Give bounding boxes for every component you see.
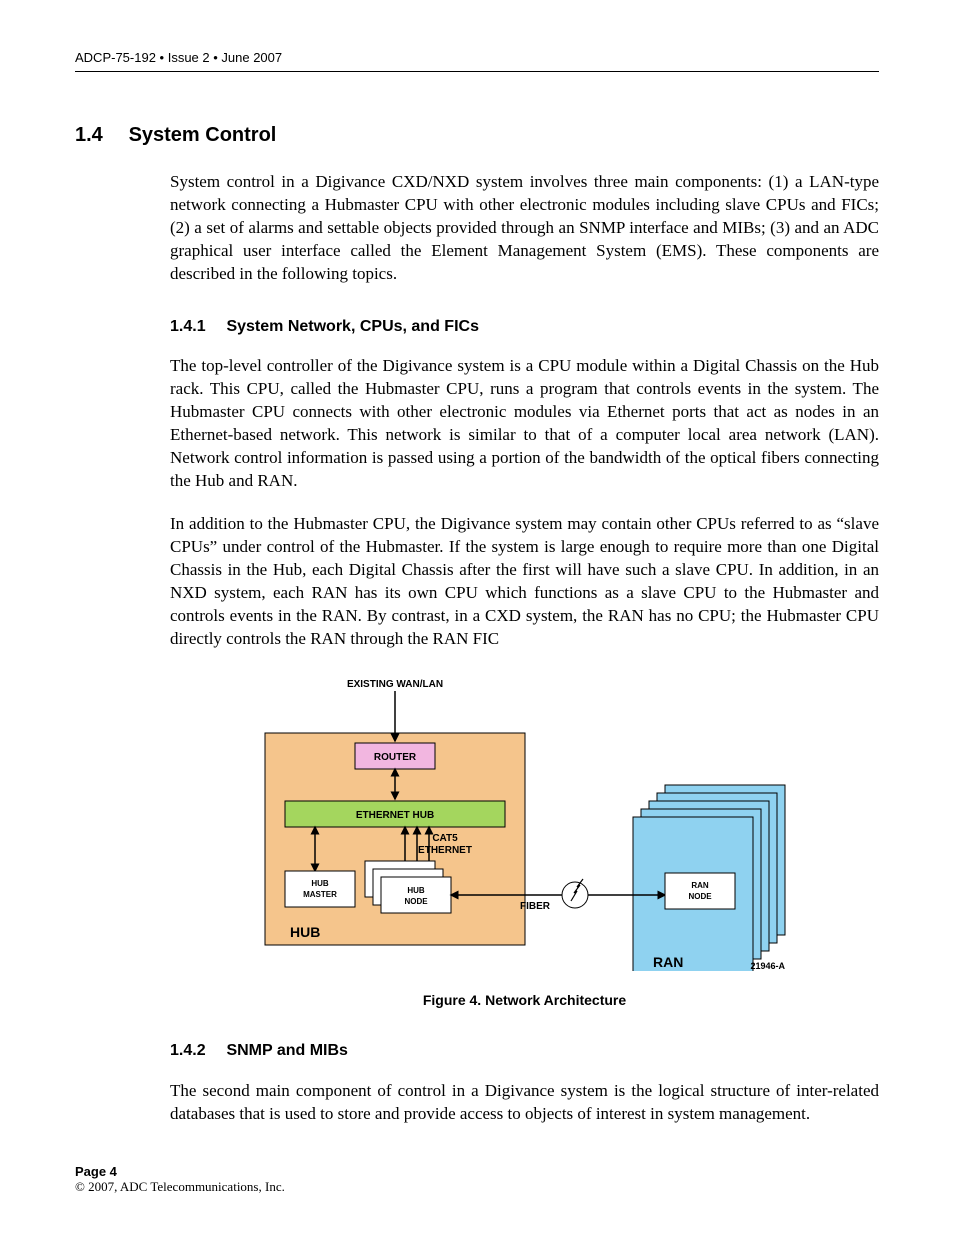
ran-node-label-1: RAN — [691, 881, 709, 890]
running-header: ADCP-75-192 • Issue 2 • June 2007 — [75, 50, 879, 65]
cat5-label-2: ETHERNET — [418, 845, 472, 856]
copyright: © 2007, ADC Telecommunications, Inc. — [75, 1179, 285, 1195]
hub-node-label-2: NODE — [404, 897, 428, 906]
ethernet-hub-label: ETHERNET HUB — [355, 810, 433, 821]
subsection-1-title: System Network, CPUs, and FICs — [226, 318, 479, 335]
subsection-1-heading: 1.4.1 System Network, CPUs, and FICs — [170, 316, 879, 338]
figure-caption: Figure 4. Network Architecture — [170, 991, 879, 1010]
subsection-2-heading: 1.4.2 SNMP and MIBs — [170, 1040, 879, 1062]
hub-master-label-2: MASTER — [303, 890, 337, 899]
subsection-1-number: 1.4.1 — [170, 316, 222, 338]
sub2-paragraph-1: The second main component of control in … — [170, 1080, 879, 1126]
router-label: ROUTER — [373, 752, 416, 763]
cat5-label-1: CAT5 — [432, 833, 458, 844]
page-footer: Page 4 © 2007, ADC Telecommunications, I… — [75, 1164, 285, 1195]
sub1-paragraph-2: In addition to the Hubmaster CPU, the Di… — [170, 513, 879, 651]
header-rule — [75, 71, 879, 72]
section-number: 1.4 — [75, 124, 123, 147]
fiber-label: FIBER — [520, 901, 551, 912]
page-number: Page 4 — [75, 1164, 285, 1179]
ran-node-label-2: NODE — [688, 892, 712, 901]
figure-id: 21946-A — [750, 961, 785, 971]
ran-label: RAN — [653, 954, 683, 970]
figure-diagram: HUB RAN EXISTING WAN/LAN ROUTER ETHER — [170, 671, 879, 978]
intro-paragraph: System control in a Digivance CXD/NXD sy… — [170, 171, 879, 286]
sub1-paragraph-1: The top-level controller of the Digivanc… — [170, 355, 879, 493]
hub-label: HUB — [290, 924, 320, 940]
subsection-2-title: SNMP and MIBs — [226, 1042, 348, 1059]
hub-master-label-1: HUB — [311, 879, 329, 888]
section-title: System Control — [129, 124, 277, 146]
wan-label: EXISTING WAN/LAN — [346, 679, 442, 690]
subsection-2-number: 1.4.2 — [170, 1040, 222, 1062]
hub-node-label-1: HUB — [407, 886, 425, 895]
section-heading: 1.4 System Control — [75, 124, 879, 147]
